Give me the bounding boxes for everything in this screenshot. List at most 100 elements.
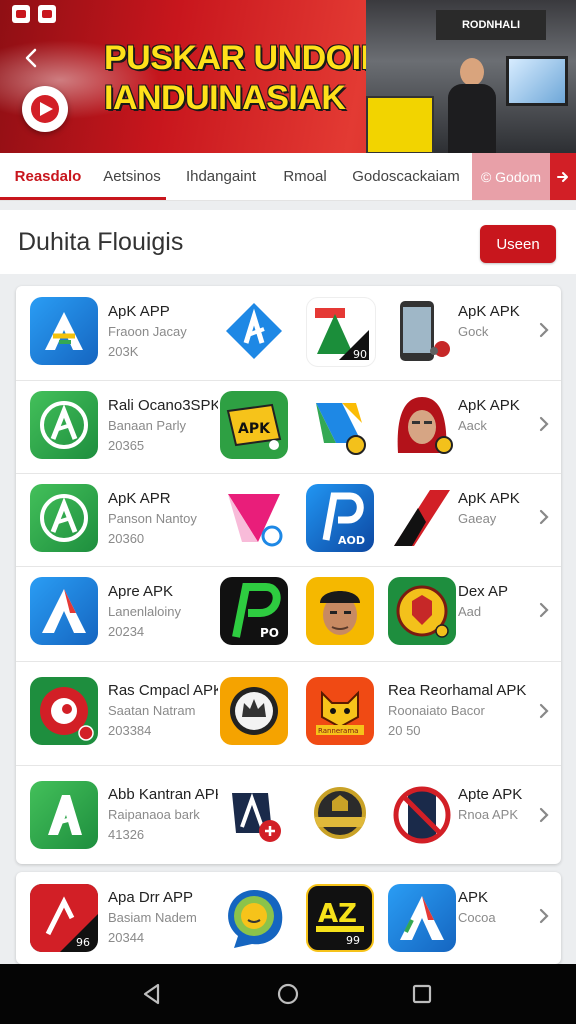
- app-downloads: 41326: [108, 827, 145, 842]
- tile-text: 96: [76, 936, 90, 949]
- shield-crest-icon[interactable]: [388, 577, 456, 645]
- app-developer: Banaan Parly: [108, 418, 187, 433]
- app-info-left: Rali Ocano3SPK Banaan Parly 20365: [108, 396, 218, 456]
- red-bird-icon[interactable]: [30, 677, 98, 745]
- app-info-right: ApK APK Gaeay: [458, 489, 538, 529]
- app-developer: Rnoa APK: [458, 807, 518, 822]
- apk-green-black-icon[interactable]: 90: [306, 297, 376, 367]
- app-name: ApK APR: [108, 490, 171, 507]
- play-logo-icon[interactable]: [22, 86, 68, 132]
- green-bubble-face-icon[interactable]: [220, 884, 288, 952]
- app-name: Ras Cmpacl APK: [108, 682, 218, 699]
- app-info-left: ApK APP Fraoon Jacay 203K: [108, 302, 218, 362]
- smartphone-icon[interactable]: [388, 297, 456, 365]
- store-sign: RODNHALI: [436, 10, 546, 40]
- android-a-icon[interactable]: [220, 297, 288, 365]
- tab-godoscackaiam[interactable]: Godoscackaiam: [350, 153, 462, 200]
- app-name: Dex AP: [458, 583, 509, 600]
- store-person: [448, 58, 496, 153]
- apk-blue-red-icon[interactable]: [30, 577, 98, 645]
- tile-text: Rannerama: [318, 727, 358, 735]
- tile-text: AZ: [318, 899, 357, 929]
- tab-aetsinos[interactable]: Aetsinos: [96, 153, 168, 200]
- nav-recent-apps-icon[interactable]: [408, 980, 436, 1008]
- app-downloads: 203K: [108, 344, 139, 359]
- app-downloads: 20 50: [388, 723, 421, 738]
- system-navigation-bar: [0, 964, 576, 1024]
- app-row[interactable]: Abb Kantran APK Raipanaoa bark 41326 Apt…: [16, 765, 561, 864]
- app-name: Apte APK: [458, 786, 523, 803]
- crown-badge-icon[interactable]: [220, 677, 288, 745]
- person-cap-icon[interactable]: [306, 577, 374, 645]
- no-entry-phone-icon[interactable]: [388, 781, 456, 849]
- apk-store-blue-icon[interactable]: [30, 297, 98, 365]
- app-developer: Basiam Nadem: [108, 910, 197, 925]
- chevron-right-icon[interactable]: [536, 507, 552, 527]
- app-row[interactable]: ApK APR Panson Nantoy 20360 AOD ApK APK …: [16, 473, 561, 567]
- app-row[interactable]: Rali Ocano3SPK Banaan Parly 20365 APK Ap…: [16, 380, 561, 474]
- app-row[interactable]: ApK APP Fraoon Jacay 203K 90 ApK APK Goc…: [16, 286, 561, 381]
- dark-a-badge-icon[interactable]: [220, 781, 288, 849]
- nav-back-icon[interactable]: [138, 980, 166, 1008]
- app-row[interactable]: Ras Cmpacl APK Saatan Natram 203384 Rann…: [16, 661, 561, 766]
- app-downloads: 20234: [108, 624, 145, 639]
- app-row[interactable]: 96 Apa Drr APP Basiam Nadem 20344 AZ 99 A…: [16, 872, 561, 964]
- red-black-a-icon[interactable]: [388, 484, 456, 552]
- back-arrow-icon[interactable]: [20, 46, 44, 70]
- tile-text: PO: [260, 626, 279, 640]
- app-info-left: Apa Drr APP Basiam Nadem 20344: [108, 888, 218, 948]
- app-info-right: Apte APK Rnoa APK: [458, 785, 538, 825]
- apk-green-circle-icon[interactable]: [30, 484, 98, 552]
- store-screen: [506, 56, 568, 106]
- p-aod-icon[interactable]: AOD: [306, 484, 374, 552]
- app-developer: Cocoa: [458, 910, 496, 925]
- red-black-a-icon[interactable]: 96: [30, 884, 98, 952]
- pink-geometric-icon[interactable]: [220, 484, 288, 552]
- app-developer: Saatan Natram: [108, 703, 196, 718]
- tab-godom[interactable]: © Godom: [472, 153, 550, 200]
- app-info-left: Ras Cmpacl APK Saatan Natram 203384: [108, 681, 218, 741]
- store-notification-icon: [38, 5, 56, 23]
- section-action-button[interactable]: Useen: [480, 225, 556, 263]
- chevron-right-icon[interactable]: [536, 906, 552, 926]
- apk-blue-red-icon[interactable]: [388, 884, 456, 952]
- app-name: ApK APK: [458, 303, 520, 320]
- red-hood-avatar-icon[interactable]: [388, 391, 456, 459]
- apk-green-a-icon[interactable]: [30, 781, 98, 849]
- app-info-right: APK Cocoa: [458, 888, 538, 928]
- app-row[interactable]: Apre APK Lanenlaloiny 20234 PO Dex AP Aa…: [16, 566, 561, 662]
- section-header: Duhita Flouigis Useen: [0, 210, 576, 274]
- app-downloads: 20344: [108, 930, 145, 945]
- apk-green-circle-icon[interactable]: [30, 391, 98, 459]
- tile-text: AOD: [338, 534, 365, 547]
- tab-reasdalo[interactable]: Reasdalo: [0, 153, 96, 200]
- tab-rmoal[interactable]: Rmoal: [272, 153, 338, 200]
- apk-yellow-tag-icon[interactable]: APK: [220, 391, 288, 459]
- chevron-right-icon[interactable]: [536, 414, 552, 434]
- app-info-right: ApK APK Gock: [458, 302, 538, 342]
- chevron-right-icon[interactable]: [536, 805, 552, 825]
- gold-shield-icon[interactable]: [306, 781, 374, 849]
- chevron-right-icon[interactable]: [536, 701, 552, 721]
- store-poster: [366, 96, 434, 153]
- orange-mask-icon[interactable]: Rannerama: [306, 677, 374, 745]
- colorful-triangle-icon[interactable]: [306, 391, 374, 459]
- app-name: Apre APK: [108, 583, 174, 600]
- tabs-scroll-right-icon[interactable]: [550, 153, 576, 200]
- nav-home-icon[interactable]: [274, 980, 302, 1008]
- green-p-icon[interactable]: PO: [220, 577, 288, 645]
- tab-ihdangaint[interactable]: Ihdangaint: [178, 153, 264, 200]
- app-list-card: ApK APP Fraoon Jacay 203K 90 ApK APK Goc…: [16, 286, 561, 864]
- app-list-card-2: 96 Apa Drr APP Basiam Nadem 20344 AZ 99 A…: [16, 872, 561, 964]
- yellow-az-icon[interactable]: AZ 99: [306, 884, 374, 952]
- app-developer: Aack: [458, 418, 487, 433]
- app-info-left: ApK APR Panson Nantoy 20360: [108, 489, 218, 549]
- app-developer: Gock: [458, 324, 489, 339]
- tab-active-indicator: [0, 197, 166, 200]
- tile-badge-text: 90: [353, 348, 367, 361]
- chevron-right-icon[interactable]: [536, 320, 552, 340]
- app-info-left: Apre APK Lanenlaloiny 20234: [108, 582, 218, 642]
- chevron-right-icon[interactable]: [536, 600, 552, 620]
- app-info-right: ApK APK Aack: [458, 396, 538, 436]
- app-info-left: Abb Kantran APK Raipanaoa bark 41326: [108, 785, 218, 845]
